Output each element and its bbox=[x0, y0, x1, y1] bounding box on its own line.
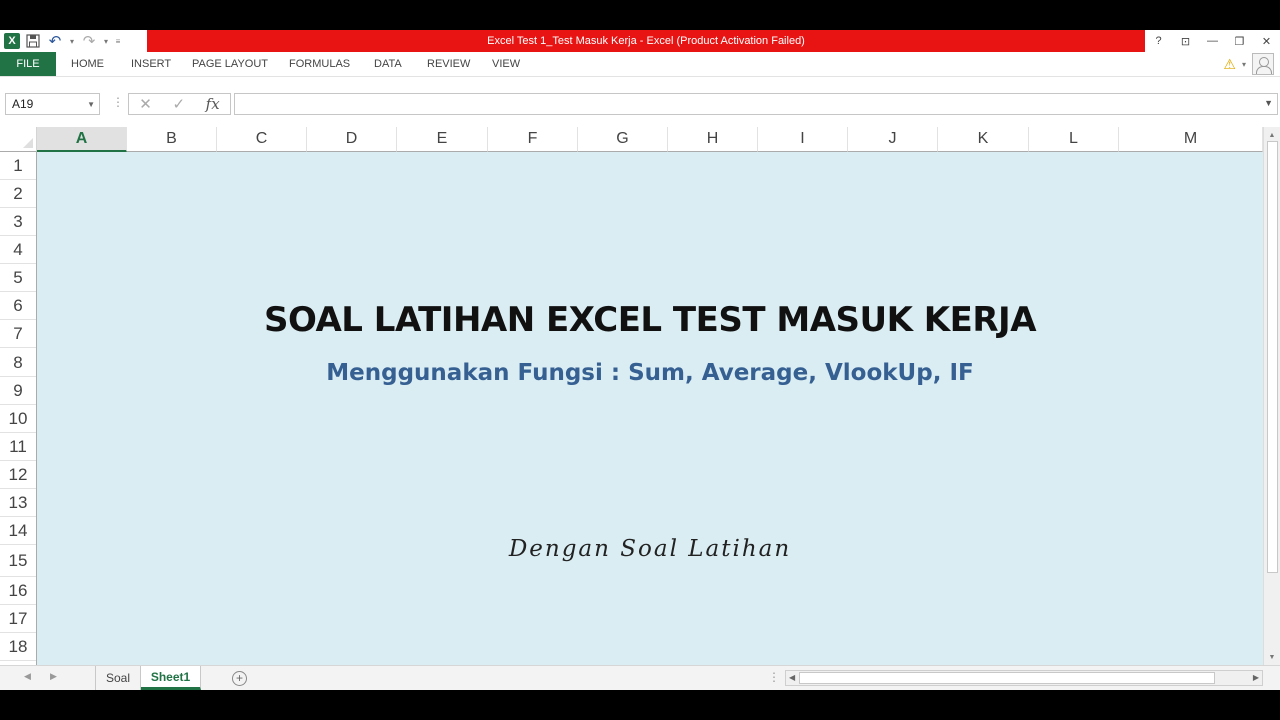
horizontal-scrollbar[interactable]: ◀ ▶ bbox=[785, 670, 1263, 686]
tab-review[interactable]: REVIEW bbox=[427, 52, 470, 76]
enter-icon[interactable]: ✓ bbox=[172, 95, 185, 113]
column-header-b[interactable]: B bbox=[127, 127, 217, 152]
tab-file[interactable]: FILE bbox=[0, 52, 56, 76]
tab-page-layout[interactable]: PAGE LAYOUT bbox=[192, 52, 268, 76]
row-header[interactable]: 18 bbox=[0, 633, 36, 661]
column-headers: A B C D E F G H I J K L M bbox=[0, 127, 1263, 152]
scroll-right-icon[interactable]: ▶ bbox=[1253, 673, 1259, 682]
horizontal-scroll-thumb[interactable] bbox=[799, 672, 1215, 684]
column-header-d[interactable]: D bbox=[307, 127, 397, 152]
row-header[interactable]: 8 bbox=[0, 349, 36, 377]
column-header-j[interactable]: J bbox=[848, 127, 938, 152]
row-header[interactable]: 6 bbox=[0, 292, 36, 320]
row-header[interactable]: 3 bbox=[0, 208, 36, 236]
tab-insert[interactable]: INSERT bbox=[131, 52, 171, 76]
prev-sheet-icon[interactable]: ◀ bbox=[24, 671, 31, 682]
sheet-note: Dengan Soal Latihan bbox=[508, 536, 792, 562]
column-header-g[interactable]: G bbox=[578, 127, 668, 152]
redo-dropdown-icon[interactable]: ▾ bbox=[102, 32, 110, 50]
sheet-tab-bar: ◀ ▶ Soal Sheet1 + ⋮ ◀ ▶ bbox=[0, 665, 1280, 690]
name-box-dropdown-icon[interactable]: ▼ bbox=[87, 100, 95, 109]
ribbon-display-options-button[interactable]: ⊡ bbox=[1172, 30, 1199, 52]
column-header-e[interactable]: E bbox=[397, 127, 488, 152]
row-header[interactable]: 2 bbox=[0, 180, 36, 208]
avatar[interactable] bbox=[1252, 53, 1274, 75]
insert-function-icon[interactable]: fx bbox=[206, 95, 220, 113]
title-bar: X ↶ ▾ ↷ ▾ ≡ Excel Test 1_Test Masuk Kerj… bbox=[0, 30, 1280, 52]
column-header-c[interactable]: C bbox=[217, 127, 307, 152]
column-header-m[interactable]: M bbox=[1119, 127, 1263, 152]
splitter-icon[interactable]: ⋮ bbox=[768, 670, 780, 684]
row-header[interactable]: 5 bbox=[0, 264, 36, 292]
tab-data[interactable]: DATA bbox=[374, 52, 402, 76]
customize-qat-icon[interactable]: ≡ bbox=[114, 32, 122, 50]
column-header-l[interactable]: L bbox=[1029, 127, 1119, 152]
expand-formula-icon[interactable]: ▼ bbox=[1264, 98, 1273, 108]
ribbon-tabs: FILE HOME INSERT PAGE LAYOUT FORMULAS DA… bbox=[0, 52, 1280, 76]
row-header[interactable]: 12 bbox=[0, 461, 36, 489]
column-header-h[interactable]: H bbox=[668, 127, 758, 152]
row-header[interactable]: 15 bbox=[0, 545, 36, 577]
undo-dropdown-icon[interactable]: ▾ bbox=[68, 32, 76, 50]
undo-icon[interactable]: ↶ bbox=[46, 32, 64, 50]
row-header[interactable]: 16 bbox=[0, 577, 36, 605]
formula-input[interactable]: ▼ bbox=[234, 93, 1278, 115]
help-button[interactable]: ? bbox=[1145, 30, 1172, 52]
quick-access-toolbar: X ↶ ▾ ↷ ▾ ≡ bbox=[4, 31, 122, 51]
window-controls: ? ⊡ — ❐ ✕ bbox=[1145, 30, 1280, 52]
sheet-tab-sheet1[interactable]: Sheet1 bbox=[141, 666, 201, 690]
row-header[interactable]: 14 bbox=[0, 517, 36, 545]
worksheet-cells[interactable]: SOAL LATIHAN EXCEL TEST MASUK KERJA Meng… bbox=[37, 152, 1263, 665]
row-header[interactable]: 4 bbox=[0, 236, 36, 264]
restore-button[interactable]: ❐ bbox=[1226, 30, 1253, 52]
select-all-button[interactable] bbox=[0, 127, 37, 152]
tab-formulas[interactable]: FORMULAS bbox=[289, 52, 350, 76]
scroll-left-icon[interactable]: ◀ bbox=[789, 673, 795, 682]
row-header[interactable]: 17 bbox=[0, 605, 36, 633]
column-header-k[interactable]: K bbox=[938, 127, 1029, 152]
next-sheet-icon[interactable]: ▶ bbox=[50, 671, 57, 682]
row-header[interactable]: 9 bbox=[0, 377, 36, 405]
sheet-subtitle: Menggunakan Fungsi : Sum, Average, Vlook… bbox=[326, 360, 974, 386]
tab-view[interactable]: VIEW bbox=[492, 52, 520, 76]
cancel-icon[interactable]: ✕ bbox=[139, 95, 152, 113]
vertical-scroll-thumb[interactable] bbox=[1267, 141, 1278, 573]
scroll-down-icon[interactable]: ▼ bbox=[1264, 651, 1280, 663]
add-sheet-icon[interactable]: + bbox=[232, 671, 247, 686]
row-header[interactable]: 1 bbox=[0, 152, 36, 180]
chevron-down-icon[interactable]: ▾ bbox=[1242, 60, 1246, 69]
vertical-scrollbar[interactable]: ▲ ▼ bbox=[1263, 127, 1280, 665]
account-area: ⚠ ▾ bbox=[1223, 53, 1274, 75]
row-header[interactable]: 7 bbox=[0, 320, 36, 348]
formula-buttons: ✕ ✓ fx bbox=[128, 93, 231, 115]
save-icon[interactable] bbox=[24, 32, 42, 50]
grip-icon: ⋮ bbox=[112, 95, 124, 109]
row-header[interactable]: 13 bbox=[0, 489, 36, 517]
warning-icon[interactable]: ⚠ bbox=[1223, 56, 1236, 73]
row-header[interactable]: 10 bbox=[0, 405, 36, 433]
tab-home[interactable]: HOME bbox=[71, 52, 104, 76]
window-title: Excel Test 1_Test Masuk Kerja - Excel (P… bbox=[487, 35, 805, 47]
excel-logo-icon[interactable]: X bbox=[4, 33, 20, 49]
name-box-value: A19 bbox=[12, 97, 34, 111]
row-header[interactable]: 11 bbox=[0, 433, 36, 461]
minimize-button[interactable]: — bbox=[1199, 30, 1226, 52]
excel-window: X ↶ ▾ ↷ ▾ ≡ Excel Test 1_Test Masuk Kerj… bbox=[0, 30, 1280, 690]
scroll-up-icon[interactable]: ▲ bbox=[1264, 129, 1280, 141]
sheet-title: SOAL LATIHAN EXCEL TEST MASUK KERJA bbox=[263, 300, 1037, 340]
row-headers: 1 2 3 4 5 6 7 8 9 10 11 12 13 14 15 16 1… bbox=[0, 152, 37, 665]
sheet-tab-soal[interactable]: Soal bbox=[95, 666, 141, 690]
redo-icon[interactable]: ↷ bbox=[80, 32, 98, 50]
close-button[interactable]: ✕ bbox=[1253, 30, 1280, 52]
formula-bar: A19 ▼ ⋮ ✕ ✓ fx ▼ bbox=[0, 76, 1280, 122]
name-box[interactable]: A19 ▼ bbox=[5, 93, 100, 115]
column-header-a[interactable]: A bbox=[37, 127, 127, 152]
window-title-bar: Excel Test 1_Test Masuk Kerja - Excel (P… bbox=[147, 30, 1145, 52]
column-header-i[interactable]: I bbox=[758, 127, 848, 152]
column-header-f[interactable]: F bbox=[488, 127, 578, 152]
